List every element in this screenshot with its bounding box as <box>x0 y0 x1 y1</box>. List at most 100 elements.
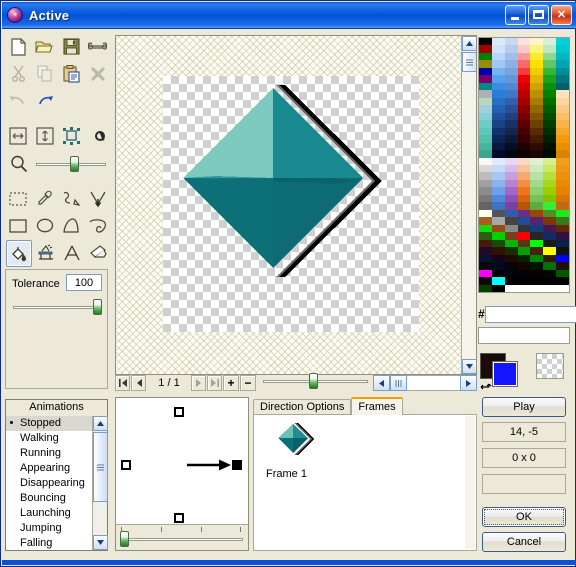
copy-tool[interactable] <box>33 61 58 86</box>
palette-swatch[interactable] <box>543 262 557 270</box>
palette-swatch[interactable] <box>530 194 544 203</box>
palette-swatch[interactable] <box>479 60 492 68</box>
color-palette[interactable] <box>478 37 570 293</box>
palette-swatch[interactable] <box>543 75 557 83</box>
palette-swatch[interactable] <box>530 254 544 263</box>
palette-swatch[interactable] <box>543 127 557 136</box>
palette-swatch[interactable] <box>556 202 569 210</box>
palette-swatch[interactable] <box>530 224 544 233</box>
palette-swatch[interactable] <box>556 82 569 91</box>
palette-swatch[interactable] <box>543 254 557 263</box>
palette-swatch[interactable] <box>491 60 505 68</box>
curve-tool[interactable] <box>59 186 84 211</box>
palette-swatch[interactable] <box>530 247 544 255</box>
palette-swatch[interactable] <box>517 262 531 270</box>
palette-swatch[interactable] <box>504 202 518 210</box>
animations-list[interactable]: Stopped Walking Running Appearing Disapp… <box>6 416 92 550</box>
palette-swatch[interactable] <box>479 209 492 218</box>
frame-next-button[interactable] <box>191 375 206 391</box>
palette-swatch[interactable] <box>479 262 492 270</box>
polygon-tool[interactable] <box>59 213 84 238</box>
palette-swatch[interactable] <box>517 224 531 233</box>
palette-swatch[interactable] <box>556 127 569 136</box>
palette-swatch[interactable] <box>543 38 557 46</box>
palette-swatch[interactable] <box>504 172 518 180</box>
cut-tool[interactable] <box>6 61 31 86</box>
hex-color-input[interactable] <box>484 305 576 323</box>
palette-swatch[interactable] <box>530 239 544 248</box>
animation-item-running[interactable]: Running <box>6 446 92 461</box>
palette-swatch[interactable] <box>504 142 518 151</box>
palette-swatch[interactable] <box>491 52 505 61</box>
palette-swatch[interactable] <box>517 38 531 46</box>
palette-swatch[interactable] <box>479 217 492 225</box>
palette-swatch[interactable] <box>504 150 518 158</box>
palette-swatch[interactable] <box>517 277 531 285</box>
palette-swatch[interactable] <box>504 239 518 248</box>
palette-swatch[interactable] <box>517 239 531 248</box>
palette-swatch[interactable] <box>517 269 531 278</box>
palette-swatch[interactable] <box>479 179 492 188</box>
palette-swatch[interactable] <box>556 150 569 158</box>
direction-slider[interactable] <box>120 531 243 547</box>
palette-swatch[interactable] <box>556 232 569 240</box>
palette-swatch[interactable] <box>556 90 569 98</box>
palette-swatch[interactable] <box>479 90 492 98</box>
palette-swatch[interactable] <box>530 127 544 136</box>
palette-swatch[interactable] <box>517 157 531 165</box>
palette-swatch[interactable] <box>517 142 531 151</box>
canvas-area[interactable] <box>115 35 477 375</box>
palette-swatch[interactable] <box>517 135 531 143</box>
palette-swatch[interactable] <box>517 90 531 98</box>
select-rectangle-tool[interactable] <box>6 186 31 211</box>
palette-swatch[interactable] <box>504 90 518 98</box>
palette-swatch[interactable] <box>530 60 544 68</box>
palette-swatch[interactable] <box>479 269 492 278</box>
palette-swatch[interactable] <box>479 52 492 61</box>
palette-swatch[interactable] <box>517 67 531 76</box>
palette-swatch[interactable] <box>504 224 518 233</box>
palette-swatch[interactable] <box>530 187 544 195</box>
palette-swatch[interactable] <box>491 112 505 121</box>
frame-scroll-track[interactable] <box>406 375 460 391</box>
palette-swatch[interactable] <box>504 67 518 76</box>
palette-swatch[interactable] <box>530 75 544 83</box>
ok-button[interactable]: OK <box>482 507 566 527</box>
palette-swatch[interactable] <box>491 97 505 106</box>
palette-swatch[interactable] <box>491 179 505 188</box>
ellipse-tool[interactable] <box>33 213 58 238</box>
text-tool[interactable] <box>60 240 84 265</box>
palette-swatch[interactable] <box>517 202 531 210</box>
palette-swatch[interactable] <box>479 239 492 248</box>
palette-swatch[interactable] <box>479 187 492 195</box>
palette-swatch[interactable] <box>504 217 518 225</box>
frame-scroll-right-button[interactable] <box>460 375 477 391</box>
palette-swatch[interactable] <box>543 135 557 143</box>
transparent-color-swatch[interactable] <box>536 353 564 379</box>
palette-swatch[interactable] <box>491 67 505 76</box>
palette-swatch[interactable] <box>479 277 492 285</box>
palette-swatch[interactable] <box>479 172 492 180</box>
palette-swatch[interactable] <box>491 284 505 292</box>
palette-swatch[interactable] <box>479 164 492 173</box>
frame-remove-button[interactable]: − <box>240 375 256 391</box>
palette-swatch[interactable] <box>543 82 557 91</box>
redo-tool[interactable] <box>33 88 58 113</box>
palette-swatch[interactable] <box>504 179 518 188</box>
palette-swatch[interactable] <box>491 75 505 83</box>
palette-swatch[interactable] <box>530 45 544 53</box>
palette-swatch[interactable] <box>556 135 569 143</box>
palette-swatch[interactable] <box>530 202 544 210</box>
tolerance-slider[interactable] <box>13 299 102 316</box>
palette-swatch[interactable] <box>504 209 518 218</box>
palette-swatch[interactable] <box>479 254 492 263</box>
palette-swatch[interactable] <box>556 97 569 106</box>
palette-swatch[interactable] <box>543 247 557 255</box>
flip-vertical-tool[interactable] <box>33 123 58 148</box>
palette-swatch[interactable] <box>491 38 505 46</box>
palette-swatch[interactable] <box>530 209 544 218</box>
palette-swatch[interactable] <box>543 112 557 121</box>
palette-swatch[interactable] <box>543 187 557 195</box>
palette-swatch[interactable] <box>504 254 518 263</box>
rectangle-tool[interactable] <box>6 213 31 238</box>
